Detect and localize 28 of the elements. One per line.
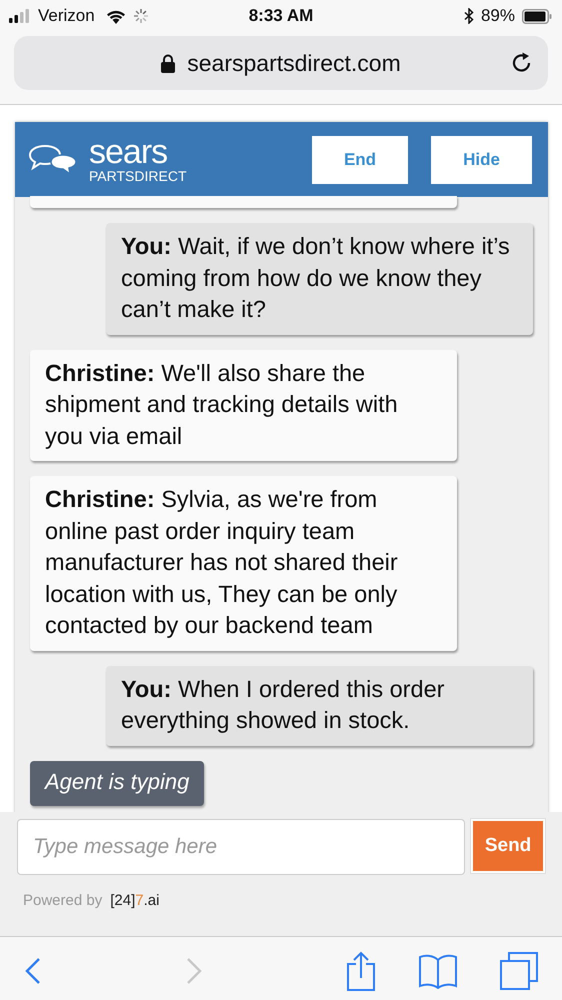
message-bubble: You: Wait, if we don’t know where it’s coming from how do we know they can’t make it? — [106, 223, 533, 334]
tabs-icon[interactable] — [500, 952, 538, 990]
url-text: searspartsdirect.com — [187, 50, 401, 76]
lock-icon — [161, 54, 176, 72]
address-bar[interactable]: searspartsdirect.com — [14, 36, 548, 90]
battery-icon — [522, 8, 552, 24]
message-bubble: Christine: We'll also share the shipment and tracking details with you via email — [30, 350, 457, 461]
signal-icon — [9, 9, 31, 23]
book-icon[interactable] — [419, 952, 457, 988]
bluetooth-icon — [464, 8, 474, 24]
message-bubble: Christine: Sylvia, as we're from online past order inquiry team manufacturer has not shared their location with us, They can be only contacted by our backend team — [30, 476, 457, 650]
typing-indicator: Agent is typing — [30, 760, 204, 806]
header-button[interactable]: End — [312, 136, 408, 184]
brand-name: sears — [89, 136, 168, 168]
share-icon[interactable] — [346, 950, 376, 990]
battery-percent: 89% — [480, 6, 515, 26]
brand-subtitle: PARTSDIRECT — [89, 168, 186, 184]
message-bubble: You: When I ordered this order everything showed in stock. — [106, 666, 533, 746]
wifi-icon — [106, 8, 126, 24]
message-input[interactable]: Type message here — [17, 819, 466, 875]
send-button[interactable]: Send — [471, 819, 545, 873]
back-icon[interactable] — [24, 956, 42, 984]
carrier-name: Verizon — [38, 6, 95, 26]
loading-icon — [132, 8, 149, 24]
powered-by-text: Powered by — [23, 892, 102, 909]
header-button[interactable]: Hide — [431, 136, 532, 184]
clock-time: 8:33 AM — [248, 6, 314, 26]
vendor-logo: [24]7.ai — [110, 892, 160, 909]
